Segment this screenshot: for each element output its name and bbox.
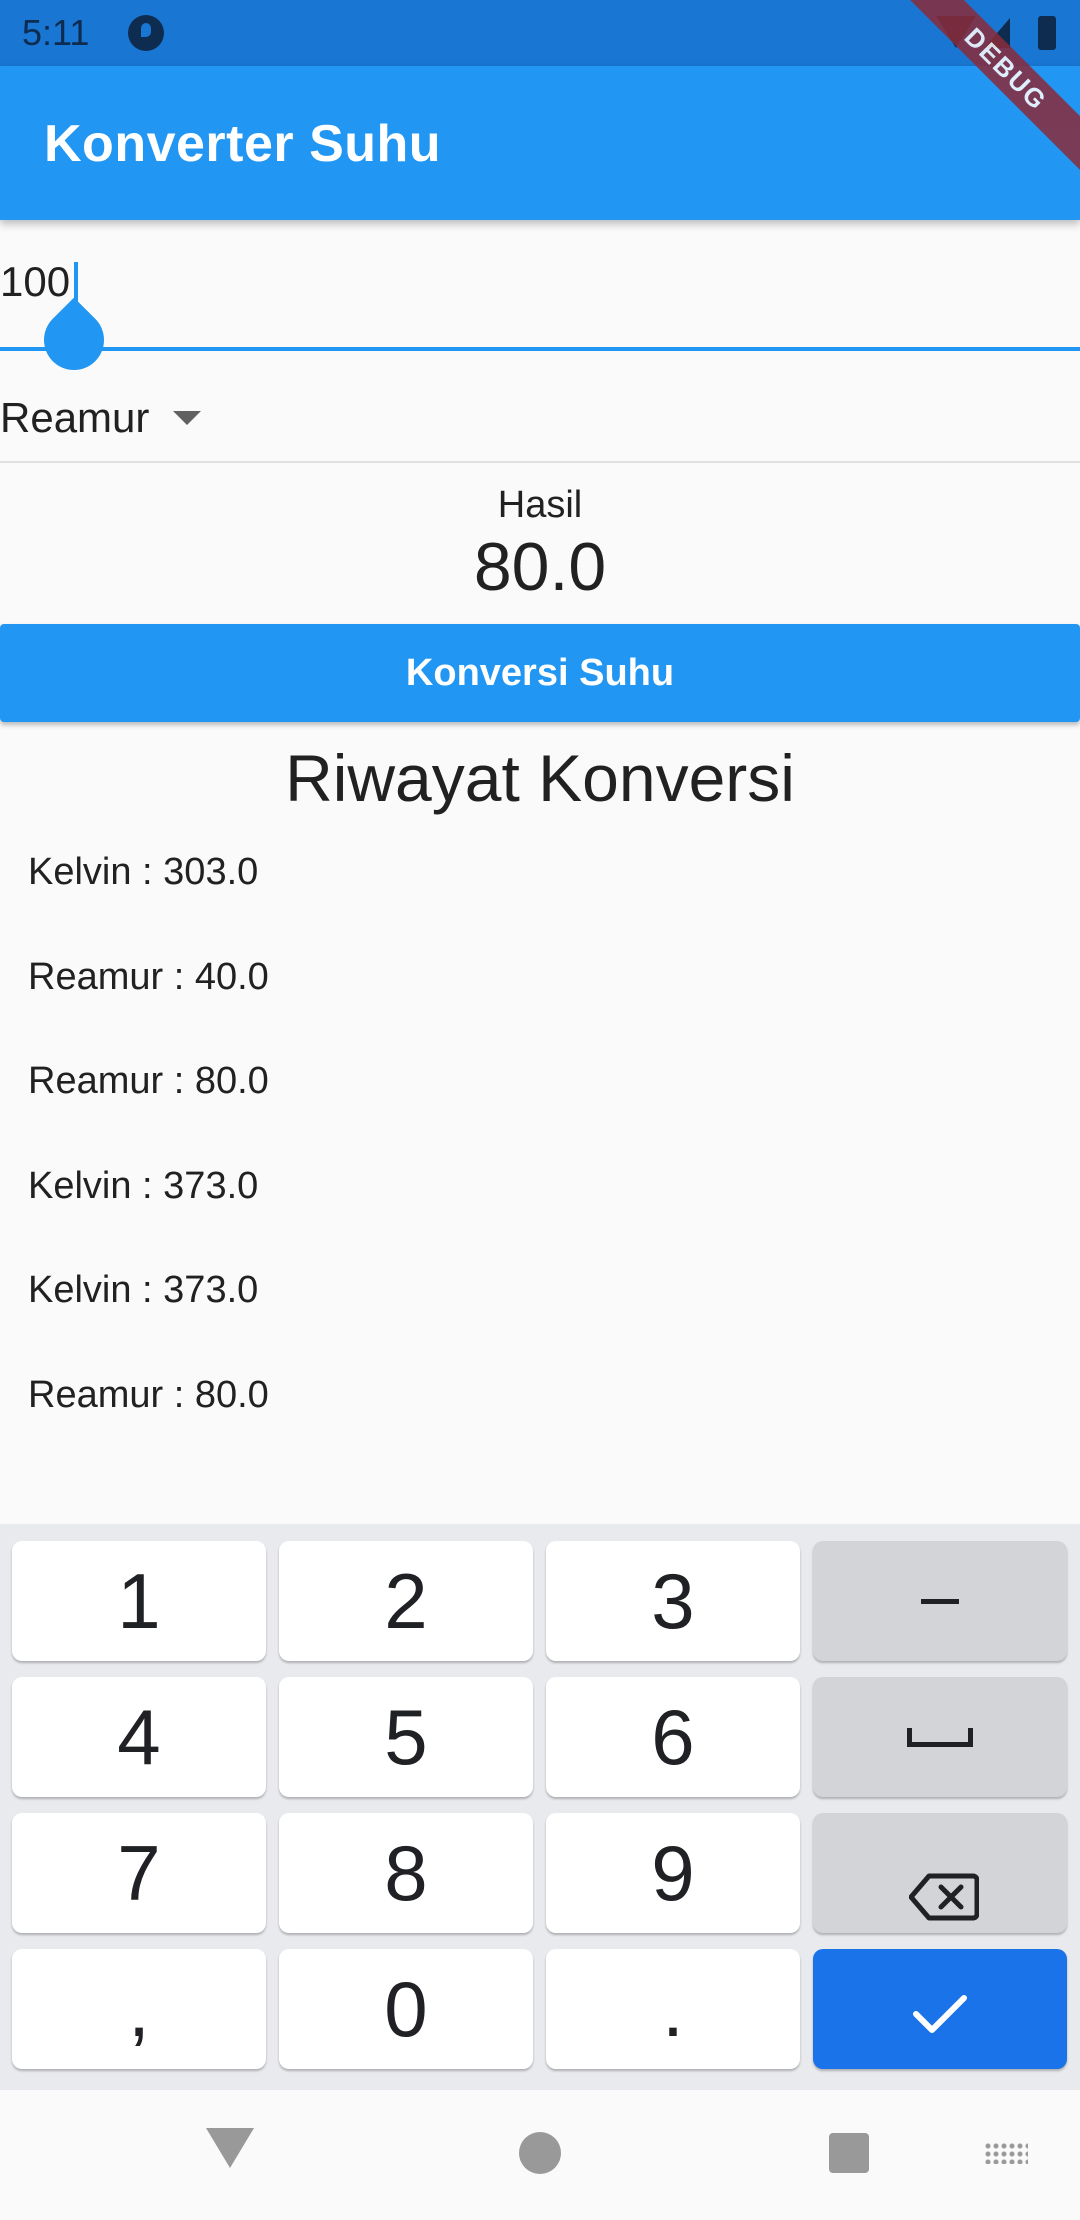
key-9[interactable]: 9: [546, 1813, 800, 1933]
key-5[interactable]: 5: [279, 1677, 533, 1797]
key-4[interactable]: 4: [12, 1677, 266, 1797]
history-title: Riwayat Konversi: [285, 741, 795, 815]
history-item: Kelvin : 303.0: [28, 851, 259, 893]
status-time: 5:11: [22, 12, 90, 53]
key-7[interactable]: 7: [12, 1813, 266, 1933]
navigation-bar: [0, 2090, 1080, 2220]
check-icon: [912, 1964, 968, 2055]
input-underline: [0, 347, 1080, 351]
dropdown-arrow-icon[interactable]: [173, 411, 202, 425]
history-item: Reamur : 80.0: [28, 1060, 269, 1102]
keyboard-switch-icon[interactable]: [984, 2142, 1028, 2164]
key-3[interactable]: 3: [546, 1541, 800, 1661]
key-8[interactable]: 8: [279, 1813, 533, 1933]
temperature-input[interactable]: 100: [0, 230, 1080, 383]
home-icon[interactable]: [519, 2132, 561, 2174]
history-item: Kelvin : 373.0: [28, 1164, 259, 1207]
history-list: Kelvin : 303.0 Reamur : 40.0 Reamur : 80…: [28, 844, 1028, 1471]
key-1[interactable]: 1: [12, 1541, 266, 1661]
numeric-keyboard: 1 2 3 4 5 6 7 8 9 , 0 .: [0, 1524, 1080, 2090]
history-item: Kelvin : 373.0: [28, 1269, 259, 1311]
notification-app-icon: [128, 15, 164, 51]
space-icon: [907, 1727, 973, 1747]
app-title: Konverter Suhu: [44, 115, 442, 173]
result-value: 80.0: [473, 529, 607, 605]
app-bar: Konverter Suhu: [0, 66, 1080, 220]
recent-apps-icon[interactable]: [829, 2133, 869, 2173]
divider: [0, 461, 1080, 463]
key-period[interactable]: .: [546, 1949, 800, 2069]
key-backspace[interactable]: [813, 1813, 1067, 1933]
key-comma[interactable]: ,: [12, 1949, 266, 2069]
convert-button[interactable]: Konversi Suhu: [0, 624, 1080, 722]
unit-dropdown[interactable]: Reamur: [0, 388, 202, 448]
key-2[interactable]: 2: [279, 1541, 533, 1661]
key-done[interactable]: [813, 1949, 1067, 2069]
text-selection-handle[interactable]: [31, 297, 117, 383]
key-minus[interactable]: [813, 1541, 1067, 1661]
backspace-icon: [908, 1850, 980, 1921]
history-item: Reamur : 80.0: [28, 1373, 269, 1416]
key-0[interactable]: 0: [279, 1949, 533, 2069]
key-space[interactable]: [813, 1677, 1067, 1797]
history-item: Reamur : 40.0: [28, 955, 269, 998]
minus-icon: [921, 1598, 959, 1604]
battery-icon: [1038, 16, 1056, 50]
status-bar: 5:11: [0, 0, 1080, 66]
temperature-input-value[interactable]: 100: [0, 258, 70, 306]
result-label: Hasil: [497, 484, 583, 526]
unit-dropdown-value[interactable]: Reamur: [0, 394, 149, 442]
back-icon[interactable]: [206, 2128, 254, 2168]
key-6[interactable]: 6: [546, 1677, 800, 1797]
